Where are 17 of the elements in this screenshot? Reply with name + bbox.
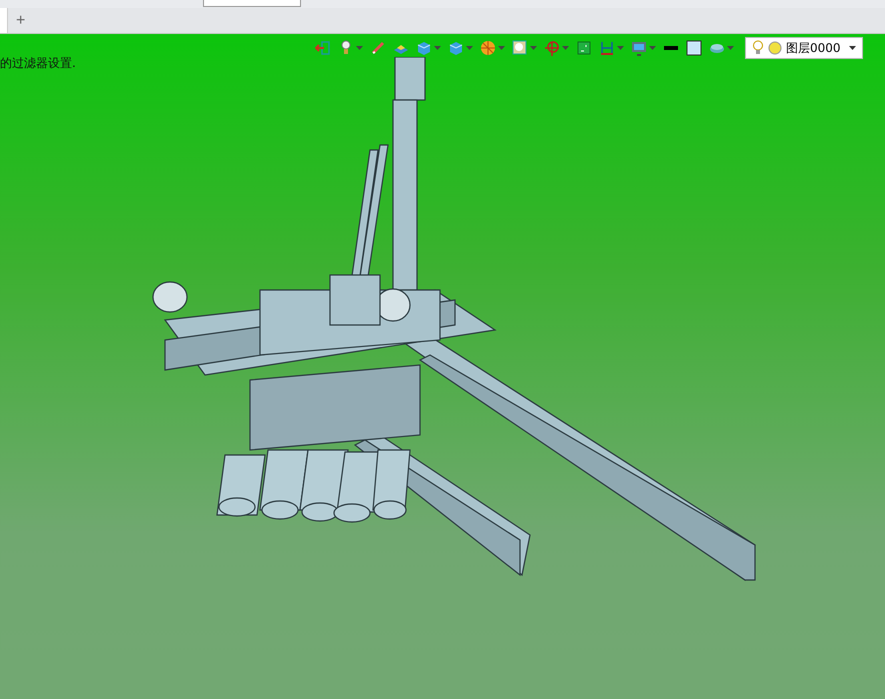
square-icon[interactable] [576, 40, 592, 56]
layer-dropdown[interactable]: 图层0000 [745, 37, 863, 59]
layer-name: 图层0000 [786, 40, 842, 56]
target-icon[interactable] [544, 40, 560, 56]
zoom-icon[interactable] [512, 40, 528, 56]
exit-icon[interactable] [315, 40, 331, 56]
cube-icon[interactable] [416, 40, 432, 56]
color-swatch-icon[interactable] [686, 40, 702, 56]
cube-icon[interactable] [448, 40, 464, 56]
lightbulb-icon [752, 40, 764, 56]
bracket-icon[interactable] [599, 40, 615, 56]
status-text: 的过滤器设置. [0, 55, 76, 72]
monitor-icon[interactable] [631, 40, 647, 56]
new-tab-button[interactable]: + [8, 8, 34, 33]
sun-icon [768, 41, 782, 55]
caret-icon[interactable] [849, 46, 856, 50]
wheel-icon[interactable] [480, 40, 496, 56]
